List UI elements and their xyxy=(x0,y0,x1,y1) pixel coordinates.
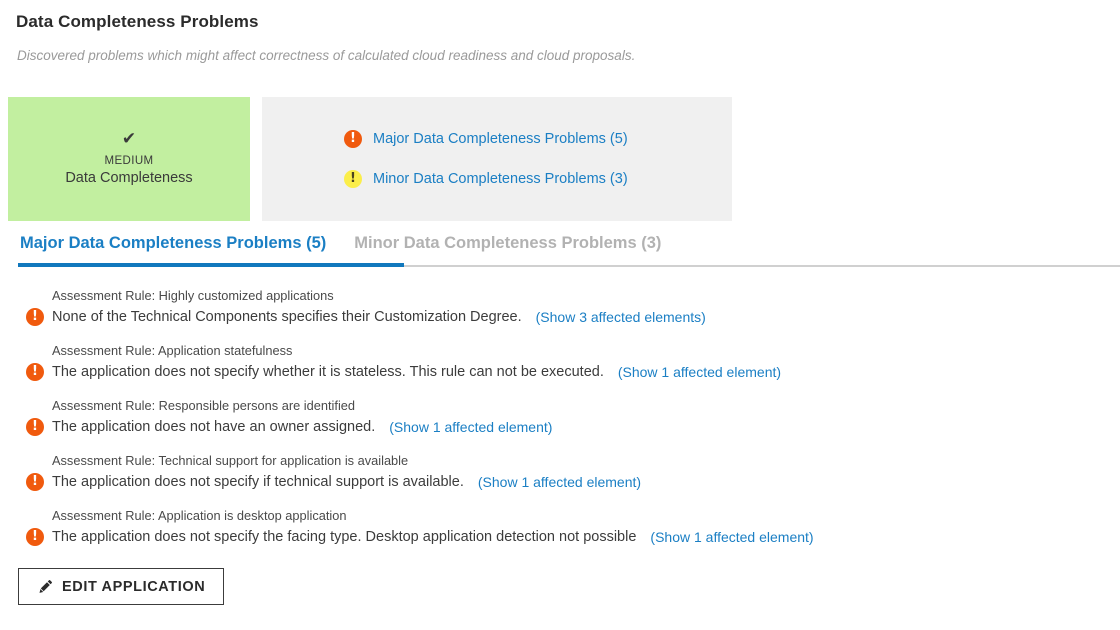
problem-body: ! The application does not specify wheth… xyxy=(26,363,781,381)
check-icon: ✔ xyxy=(121,129,137,148)
tab-major-problems[interactable]: Major Data Completeness Problems (5) xyxy=(18,234,328,253)
problem-list-item: Assessment Rule: Application statefulnes… xyxy=(26,343,1106,398)
problem-message: The application does not have an owner a… xyxy=(52,419,376,435)
score-category-label: Data Completeness xyxy=(65,170,193,186)
problem-message: None of the Technical Components specifi… xyxy=(52,309,522,325)
alert-major-icon: ! xyxy=(26,308,44,326)
show-affected-elements-link[interactable]: (Show 1 affected element) xyxy=(478,474,641,490)
summary-row: ✔ MEDIUM Data Completeness ! Major Data … xyxy=(8,97,1112,221)
problem-body: ! None of the Technical Components speci… xyxy=(26,308,706,326)
problem-rule-name: Assessment Rule: Application statefulnes… xyxy=(52,343,293,358)
problem-body: ! The application does not specify if te… xyxy=(26,473,641,491)
problem-list-item: Assessment Rule: Technical support for a… xyxy=(26,453,1106,508)
score-level-label: MEDIUM xyxy=(104,155,154,167)
data-completeness-score-card: ✔ MEDIUM Data Completeness xyxy=(8,97,250,221)
alert-major-icon: ! xyxy=(344,130,362,148)
problem-message: The application does not specify whether… xyxy=(52,364,604,380)
summary-link-minor-label[interactable]: Minor Data Completeness Problems (3) xyxy=(373,171,628,187)
problem-rule-name: Assessment Rule: Highly customized appli… xyxy=(52,288,334,303)
problem-rule-name: Assessment Rule: Responsible persons are… xyxy=(52,398,356,413)
tab-active-underline xyxy=(18,263,404,267)
show-affected-elements-link[interactable]: (Show 1 affected element) xyxy=(389,419,552,435)
problem-message: The application does not specify the fac… xyxy=(52,529,637,545)
problem-rule-name: Assessment Rule: Technical support for a… xyxy=(52,453,409,468)
problem-list-item: Assessment Rule: Responsible persons are… xyxy=(26,398,1106,453)
alert-minor-icon: ! xyxy=(344,170,362,188)
summary-link-major[interactable]: ! Major Data Completeness Problems (5) xyxy=(262,119,732,159)
page-subtitle: Discovered problems which might affect c… xyxy=(17,48,636,63)
problem-body: ! The application does not have an owner… xyxy=(26,418,552,436)
summary-link-minor[interactable]: ! Minor Data Completeness Problems (3) xyxy=(262,159,732,199)
alert-major-icon: ! xyxy=(26,363,44,381)
problem-rule-name: Assessment Rule: Application is desktop … xyxy=(52,508,347,523)
show-affected-elements-link[interactable]: (Show 1 affected element) xyxy=(618,364,781,380)
edit-application-button[interactable]: EDIT APPLICATION xyxy=(18,568,225,605)
tab-divider-line xyxy=(404,265,1120,267)
problem-body: ! The application does not specify the f… xyxy=(26,528,814,546)
show-affected-elements-link[interactable]: (Show 3 affected elements) xyxy=(536,309,706,325)
pencil-icon xyxy=(37,579,53,595)
alert-major-icon: ! xyxy=(26,418,44,436)
problem-message: The application does not specify if tech… xyxy=(52,474,464,490)
alert-major-icon: ! xyxy=(26,528,44,546)
show-affected-elements-link[interactable]: (Show 1 affected element) xyxy=(650,529,813,545)
alert-major-icon: ! xyxy=(26,473,44,491)
problem-list: Assessment Rule: Highly customized appli… xyxy=(26,288,1106,563)
page-title: Data Completeness Problems xyxy=(16,12,259,31)
edit-application-label: EDIT APPLICATION xyxy=(62,578,206,595)
problems-summary-box: ! Major Data Completeness Problems (5) !… xyxy=(262,97,732,221)
problem-list-item: Assessment Rule: Highly customized appli… xyxy=(26,288,1106,343)
data-completeness-problems-page: Data Completeness Problems Discovered pr… xyxy=(0,0,1120,630)
summary-link-major-label[interactable]: Major Data Completeness Problems (5) xyxy=(373,131,628,147)
problem-list-item: Assessment Rule: Application is desktop … xyxy=(26,508,1106,563)
tab-minor-problems[interactable]: Minor Data Completeness Problems (3) xyxy=(352,234,663,253)
